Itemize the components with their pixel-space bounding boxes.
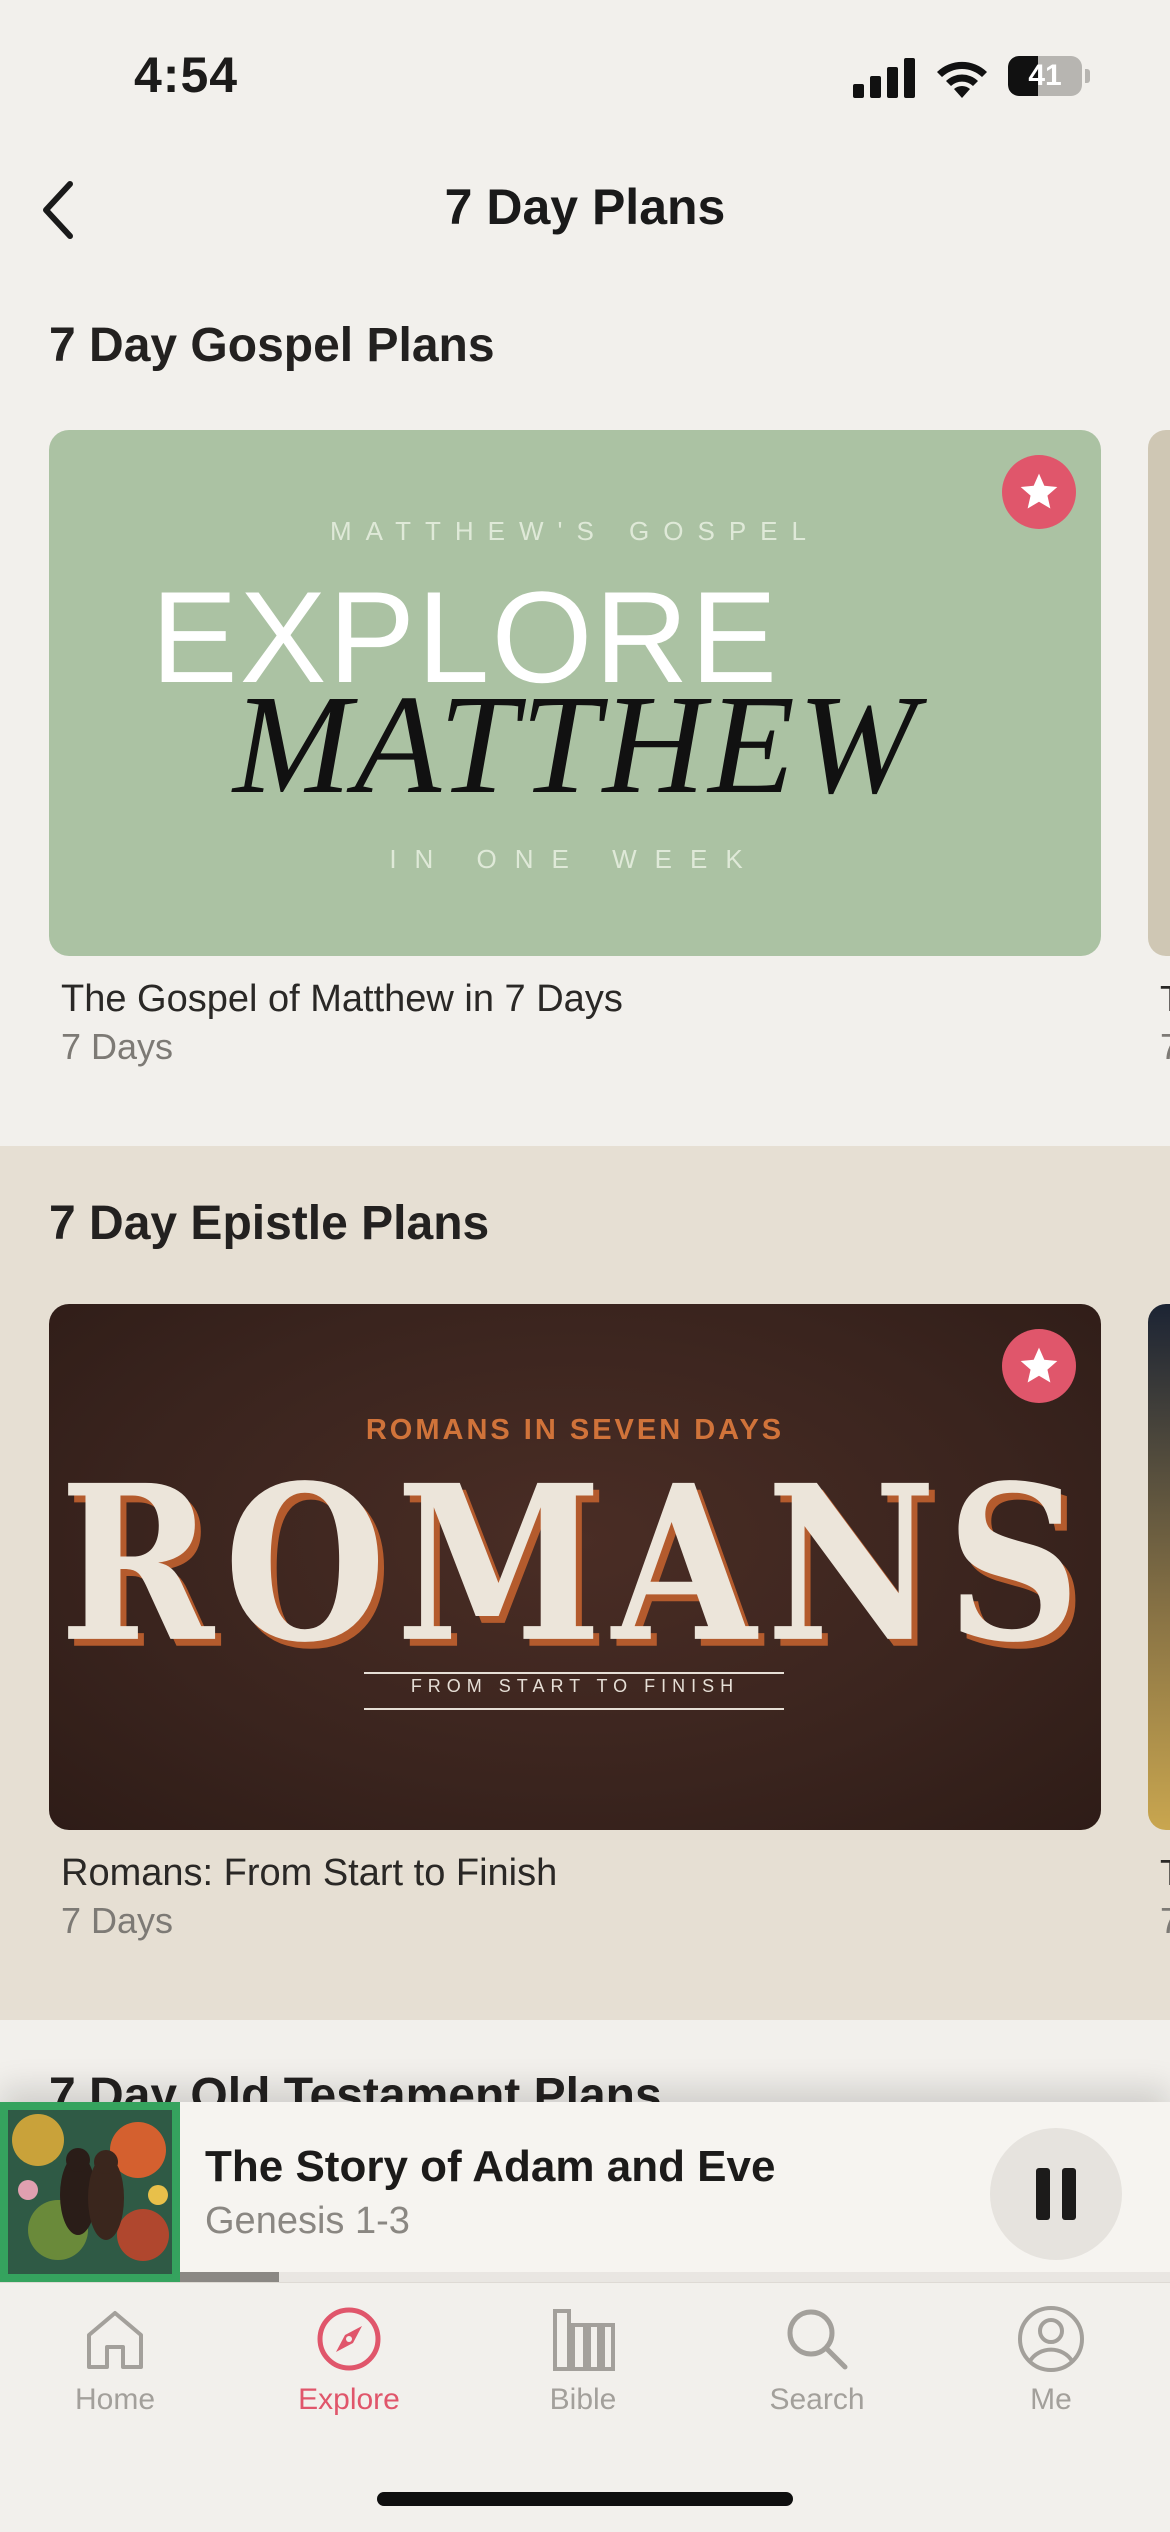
now-playing-subtitle: Genesis 1-3 (205, 2200, 410, 2242)
battery-level: 41 (1028, 59, 1062, 92)
gospel-plans-section: 7 Day Gospel Plans MATTHEW'S GOSPEL EXPL… (0, 290, 1170, 1146)
plan-card-matthew[interactable]: MATTHEW'S GOSPEL EXPLORE MATTHEW IN ONE … (49, 430, 1101, 956)
tab-bible[interactable]: Bible (483, 2303, 683, 2433)
tab-label: Home (74, 2383, 156, 2416)
section-title: 7 Day Epistle Plans (49, 1197, 490, 1250)
artwork-bottom-text: IN ONE WEEK (389, 844, 761, 874)
section-title: 7 Day Gospel Plans (49, 319, 495, 372)
books-icon (553, 2309, 615, 2371)
artwork-rule-top (364, 1672, 784, 1674)
artwork-main-text: ROMANS (59, 1437, 1091, 1690)
plan-title[interactable]: Romans: From Start to Finish (61, 1852, 557, 1895)
pause-button[interactable] (990, 2128, 1122, 2260)
plan-title[interactable]: The Gospel of Matthew in 7 Days (61, 978, 623, 1021)
page-title: 7 Day Plans (444, 179, 726, 235)
next-plan-card-peek[interactable] (1148, 1304, 1170, 1830)
next-plan-title-peek: T (1160, 1852, 1170, 1894)
next-plan-duration-peek: 7 (1160, 1900, 1170, 1942)
pause-icon (1036, 2168, 1076, 2220)
tab-explore[interactable]: Explore (249, 2303, 449, 2433)
now-playing-title: The Story of Adam and Eve (205, 2142, 776, 2191)
favorite-badge[interactable] (1002, 1329, 1076, 1403)
plan-duration: 7 Days (61, 1900, 174, 1941)
cellular-signal-icon (853, 58, 915, 98)
wifi-icon (937, 61, 987, 98)
status-time: 4:54 (134, 47, 239, 103)
status-bar: 4:54 41 (0, 0, 1170, 150)
favorite-badge[interactable] (1002, 455, 1076, 529)
playback-progress-fill (180, 2272, 279, 2282)
plan-card-romans[interactable]: ROMANS IN SEVEN DAYS ROMANS FROM START T… (49, 1304, 1101, 1830)
playback-progress[interactable] (180, 2272, 1170, 2282)
epistle-plans-section: 7 Day Epistle Plans ROMANS IN SEVEN DAYS… (0, 1146, 1170, 2020)
tab-search[interactable]: Search (717, 2303, 917, 2433)
tab-label: Bible (549, 2383, 617, 2416)
nav-bar: 7 Day Plans (0, 160, 1170, 260)
artwork-top-text: MATTHEW'S GOSPEL (330, 516, 820, 546)
tab-label: Me (1030, 2383, 1072, 2416)
artwork-rule-bottom (364, 1708, 784, 1710)
tab-home[interactable]: Home (15, 2303, 215, 2433)
tab-label: Explore (298, 2383, 400, 2416)
next-plan-duration-peek: 7 (1160, 1026, 1170, 1068)
artwork-line2: MATTHEW (233, 665, 920, 823)
now-playing-artwork (0, 2102, 180, 2282)
tab-label: Search (769, 2383, 865, 2416)
star-icon (1020, 473, 1058, 509)
star-icon (1020, 1347, 1058, 1383)
next-plan-title-peek: T (1160, 978, 1170, 1020)
battery-icon: 41 (1008, 56, 1090, 96)
next-plan-card-peek[interactable] (1148, 430, 1170, 956)
tab-me[interactable]: Me (951, 2303, 1151, 2433)
now-playing-bar[interactable]: The Story of Adam and Eve Genesis 1-3 (0, 2102, 1170, 2282)
artwork-sub-text: FROM START TO FINISH (410, 1676, 740, 1696)
search-icon (787, 2309, 848, 2370)
home-indicator (377, 2492, 793, 2506)
plan-duration: 7 Days (61, 1026, 174, 1067)
home-icon (87, 2311, 143, 2369)
profile-icon (1018, 2306, 1084, 2372)
compass-icon (317, 2307, 381, 2371)
